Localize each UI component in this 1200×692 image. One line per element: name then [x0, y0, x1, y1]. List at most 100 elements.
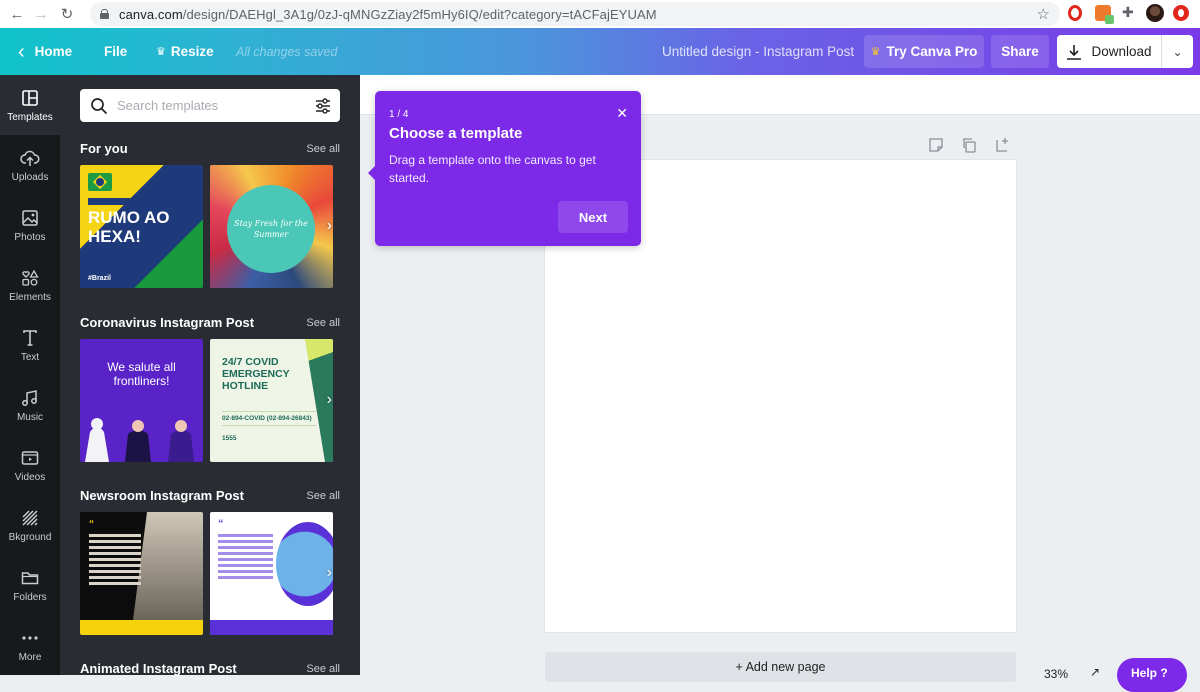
home-label: Home — [34, 44, 73, 59]
footer-bar — [80, 620, 203, 635]
rail-label: Music — [16, 411, 44, 423]
see-all-link[interactable]: See all — [306, 317, 340, 329]
back-icon[interactable]: ← — [6, 6, 28, 23]
thumb-headline: We salute all frontliners! — [107, 360, 176, 388]
profile-avatar[interactable] — [1146, 4, 1164, 22]
add-new-page-button[interactable]: + Add new page — [545, 652, 1016, 682]
background-hatch-icon — [22, 509, 38, 526]
music-note-icon — [22, 389, 37, 406]
rail-item-photos[interactable]: Photos — [0, 195, 60, 255]
lock-icon — [100, 9, 109, 19]
address-bar[interactable]: canva.com/design/DAEHgl_3A1g/0zJ-qMNGzZi… — [90, 2, 1060, 26]
divider — [222, 411, 317, 412]
template-thumbnail[interactable]: “ — [80, 512, 203, 635]
more-dots-icon — [22, 635, 38, 640]
resize-button[interactable]: ♛ Resize — [156, 28, 214, 75]
brazil-flag-image — [88, 173, 112, 191]
download-options-button[interactable]: ⌄ — [1161, 35, 1193, 68]
rail-label: Photos — [14, 231, 46, 243]
see-all-link[interactable]: See all — [306, 143, 340, 155]
frontliners-illustration — [85, 418, 194, 462]
chevron-right-icon[interactable]: › — [327, 217, 332, 235]
save-status: All changes saved — [236, 44, 338, 59]
opera-icon[interactable] — [1173, 5, 1189, 21]
elements-shapes-icon — [22, 269, 39, 286]
home-button[interactable]: ‹ Home — [18, 28, 72, 75]
browser-toolbar: ← → ↻ canva.com/design/DAEHgl_3A1g/0zJ-q… — [0, 0, 1200, 28]
download-label: Download — [1091, 44, 1152, 59]
rail-item-templates[interactable]: Templates — [0, 75, 60, 135]
text-lines — [218, 534, 273, 582]
forward-icon[interactable]: → — [30, 6, 52, 23]
search-icon — [91, 97, 108, 114]
add-page-icon[interactable] — [994, 137, 1010, 153]
duplicate-page-icon[interactable] — [961, 137, 977, 153]
url-text: canva.com/design/DAEHgl_3A1g/0zJ-qMNGzZi… — [119, 6, 657, 22]
template-thumbnail[interactable]: We salute all frontliners! — [80, 339, 203, 462]
rail-item-background[interactable]: Bkground — [0, 495, 60, 555]
chevron-right-icon[interactable]: › — [327, 391, 332, 409]
rail-item-uploads[interactable]: Uploads — [0, 135, 60, 195]
filter-sliders-icon[interactable] — [314, 97, 332, 115]
text-icon — [23, 329, 37, 346]
rail-label: Elements — [9, 291, 51, 303]
rail-item-more[interactable]: More — [0, 615, 60, 675]
folder-icon — [21, 571, 39, 584]
rail-item-elements[interactable]: Elements — [0, 255, 60, 315]
share-button[interactable]: Share — [991, 35, 1049, 68]
video-icon — [21, 450, 39, 465]
add-note-icon[interactable] — [928, 137, 944, 153]
puzzle-extensions-icon[interactable]: ✚ — [1122, 4, 1138, 20]
reload-icon[interactable]: ↻ — [56, 5, 78, 23]
section-title: Newsroom Instagram Post — [80, 488, 244, 503]
footer-bar — [210, 620, 333, 635]
rail-item-text[interactable]: Text — [0, 315, 60, 375]
section-title: Coronavirus Instagram Post — [80, 315, 255, 330]
section-animated: Animated Instagram Post See all — [80, 661, 340, 675]
divider — [222, 425, 317, 426]
tooltip-step: 1 / 4 — [389, 109, 409, 120]
template-thumbnail[interactable]: RUMO AO HEXA! #Brazil — [80, 165, 203, 288]
try-canva-pro-button[interactable]: ♛ Try Canva Pro — [864, 35, 984, 68]
fullscreen-icon[interactable]: ↗ — [1090, 665, 1100, 679]
template-row: We salute all frontliners! 24/7 COVID EM… — [80, 339, 340, 462]
close-icon[interactable]: ✕ — [616, 106, 628, 120]
template-thumbnail[interactable]: 24/7 COVID EMERGENCY HOTLINE 02-894-COVI… — [210, 339, 333, 462]
rail-label: More — [18, 651, 42, 663]
see-all-link[interactable]: See all — [306, 663, 340, 675]
text-lines — [89, 534, 141, 588]
template-row: RUMO AO HEXA! #Brazil Stay Fresh for the… — [80, 165, 340, 288]
design-title[interactable]: Untitled design - Instagram Post — [662, 28, 854, 75]
rail-item-folders[interactable]: Folders — [0, 555, 60, 615]
next-button[interactable]: Next — [558, 201, 628, 233]
thumb-phone: 02-894-COVID (02-894-26843) — [222, 415, 312, 422]
file-menu-button[interactable]: File — [104, 28, 127, 75]
opera-extension-icon[interactable] — [1068, 5, 1082, 21]
rail-item-videos[interactable]: Videos — [0, 435, 60, 495]
zoom-level[interactable]: 33% — [1044, 667, 1068, 681]
download-button[interactable]: Download — [1057, 35, 1161, 68]
quote-mark: “ — [218, 518, 224, 530]
download-icon — [1067, 44, 1082, 60]
rail-label: Templates — [7, 111, 53, 123]
resize-label: Resize — [170, 44, 214, 59]
search-templates-input[interactable] — [117, 98, 307, 113]
side-nav: Templates Uploads Photos Elements Text M… — [0, 75, 60, 675]
see-all-link[interactable]: See all — [306, 490, 340, 502]
share-label: Share — [1001, 44, 1039, 59]
chevron-right-icon[interactable]: › — [327, 564, 332, 582]
help-button[interactable]: Help ? — [1117, 658, 1187, 692]
rail-label: Videos — [14, 471, 46, 483]
rail-label: Text — [20, 351, 40, 363]
onboarding-tooltip: 1 / 4 ✕ Choose a template Drag a templat… — [368, 91, 641, 246]
chevron-left-icon: ‹ — [18, 40, 25, 63]
thumb-headline: Stay Fresh for the Summer — [234, 219, 308, 239]
extension-icon[interactable] — [1095, 5, 1114, 24]
bookmark-star-icon[interactable]: ☆ — [1037, 5, 1050, 23]
editor-header: ‹ Home File ♛ Resize All changes saved U… — [0, 28, 1200, 75]
template-thumbnail[interactable]: Stay Fresh for the Summer — [210, 165, 333, 288]
template-thumbnail[interactable]: “ — [210, 512, 333, 635]
rail-item-music[interactable]: Music — [0, 375, 60, 435]
template-row: “ “ › — [80, 512, 340, 635]
tooltip-body: Drag a template onto the canvas to get s… — [389, 153, 596, 185]
